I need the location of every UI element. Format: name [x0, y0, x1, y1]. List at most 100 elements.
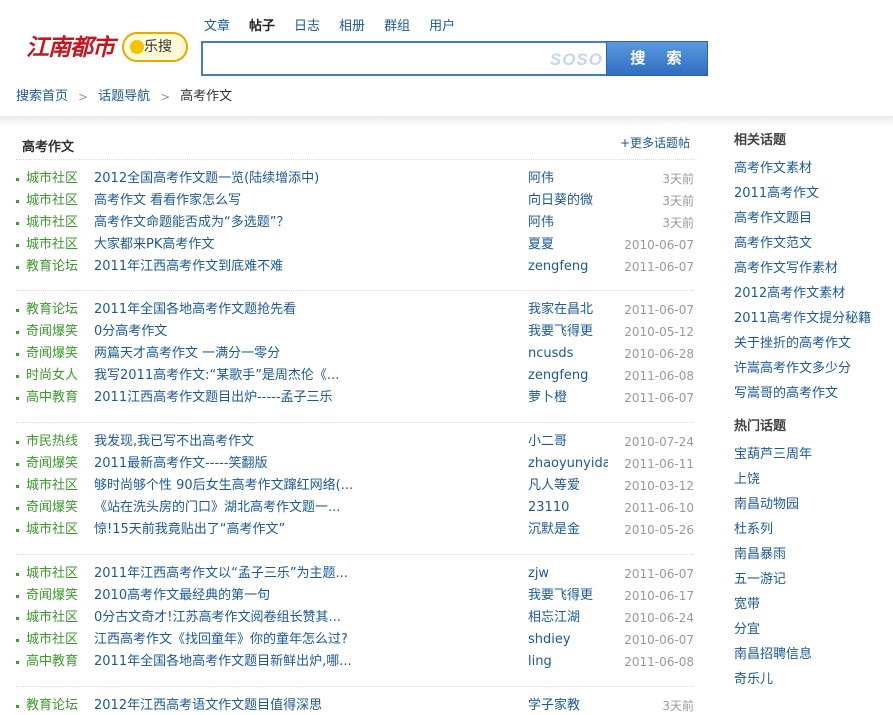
post-title-link[interactable]: 高考作文命题能否成为“多选题”？: [94, 212, 384, 234]
post-author-link[interactable]: zengfeng: [528, 256, 608, 278]
post-author-link[interactable]: ncusds: [528, 343, 608, 365]
post-title-link[interactable]: 2011年江西高考作文到底难不难: [94, 256, 384, 278]
post-category-link[interactable]: 奇闻爆笑: [26, 585, 78, 607]
search-input[interactable]: [203, 43, 543, 74]
hot-topic-link[interactable]: 五一游记: [734, 567, 884, 592]
post-author-link[interactable]: 学子家教: [528, 695, 608, 715]
post-author-link[interactable]: 夏夏: [528, 234, 608, 256]
post-category-link[interactable]: 城市社区: [26, 190, 78, 212]
post-category-link[interactable]: 奇闻爆笑: [26, 497, 78, 519]
hot-topic-link[interactable]: 南昌动物园: [734, 492, 884, 517]
post-title-link[interactable]: 大家都来PK高考作文: [94, 234, 384, 256]
tab-item[interactable]: 日志: [294, 19, 320, 35]
post-author-link[interactable]: 我要飞得更: [528, 585, 608, 607]
post-author-link[interactable]: 我要飞得更: [528, 321, 608, 343]
post-category-link[interactable]: 教育论坛: [26, 256, 78, 278]
tab-item[interactable]: 用户: [429, 19, 455, 35]
post-author-link[interactable]: 萝卜橙: [528, 387, 608, 409]
post-category-link[interactable]: 城市社区: [26, 519, 78, 541]
post-category-link[interactable]: 城市社区: [26, 234, 78, 256]
post-title-link[interactable]: 《站在洗头房的门口》湖北高考作文题一...: [94, 497, 384, 519]
post-category-link[interactable]: 城市社区: [26, 607, 78, 629]
post-category-link[interactable]: 教育论坛: [26, 299, 78, 321]
search-button[interactable]: 搜 索: [606, 41, 708, 76]
hot-topic-link[interactable]: 宝葫芦三周年: [734, 442, 884, 467]
post-author-link[interactable]: ling: [528, 651, 608, 673]
post-category-link[interactable]: 城市社区: [26, 212, 78, 234]
post-author-link[interactable]: shdiey: [528, 629, 608, 651]
hot-topic-link[interactable]: 分宜: [734, 617, 884, 642]
post-title-link[interactable]: 0分高考作文: [94, 321, 384, 343]
hot-topic-link[interactable]: 南昌招聘信息: [734, 642, 884, 667]
post-date: 2011-06-11: [624, 457, 694, 471]
post-title-link[interactable]: 我发现,我已写不出高考作文: [94, 431, 384, 453]
tab-item[interactable]: 相册: [339, 19, 365, 35]
post-author-link[interactable]: 相忘江湖: [528, 607, 608, 629]
post-category-link[interactable]: 城市社区: [26, 563, 78, 585]
post-title-link[interactable]: 2010高考作文最经典的第一句: [94, 585, 384, 607]
post-author-link[interactable]: 向日葵的微: [528, 190, 608, 212]
post-title-link[interactable]: 2011年江西高考作文以“孟子三乐”为主题...: [94, 563, 384, 585]
related-topic-link[interactable]: 许嵩高考作文多少分: [734, 356, 884, 381]
post-category-link[interactable]: 城市社区: [26, 629, 78, 651]
post-title-link[interactable]: 2011年全国各地高考作文题目新鲜出炉,哪...: [94, 651, 384, 673]
post-title-link[interactable]: 2011年全国各地高考作文题抢先看: [94, 299, 384, 321]
post-category-link[interactable]: 奇闻爆笑: [26, 321, 78, 343]
related-topic-link[interactable]: 写嵩哥的高考作文: [734, 381, 884, 406]
post-row: 奇闻爆笑 2010高考作文最经典的第一句 我要飞得更 2010-06-17: [16, 585, 694, 607]
post-row: 城市社区 高考作文命题能否成为“多选题”？ 阿伟 3天前: [16, 212, 694, 234]
post-author-link[interactable]: 阿伟: [528, 168, 608, 190]
post-title-link[interactable]: 我写2011高考作文:“某歌手”是周杰伦《...: [94, 365, 384, 387]
post-title-link[interactable]: 2011最新高考作文-----笑翻版: [94, 453, 384, 475]
tab-item[interactable]: 文章: [204, 19, 230, 35]
post-author-link[interactable]: zjw: [528, 563, 608, 585]
site-logo[interactable]: 江南都市 乐搜: [26, 30, 188, 66]
post-title-link[interactable]: 2012年江西高考语文作文题目值得深思: [94, 695, 384, 715]
post-category-link[interactable]: 奇闻爆笑: [26, 343, 78, 365]
related-topic-link[interactable]: 高考作文素材: [734, 156, 884, 181]
breadcrumb-topic-nav[interactable]: 话题导航: [98, 89, 150, 105]
post-category-link[interactable]: 城市社区: [26, 475, 78, 497]
post-title-link[interactable]: 2012全国高考作文题一览(陆续增添中): [94, 168, 384, 190]
related-topic-link[interactable]: 2012高考作文素材: [734, 281, 884, 306]
related-topic-link[interactable]: 高考作文写作素材: [734, 256, 884, 281]
related-topic-link[interactable]: 关于挫折的高考作文: [734, 331, 884, 356]
breadcrumb-home[interactable]: 搜索首页: [16, 89, 68, 105]
post-category-link[interactable]: 奇闻爆笑: [26, 453, 78, 475]
post-title-link[interactable]: 惊!15天前我竟贴出了“高考作文”: [94, 519, 384, 541]
post-author-link[interactable]: 小二哥: [528, 431, 608, 453]
post-author-link[interactable]: 23110: [528, 497, 608, 519]
post-author-link[interactable]: 阿伟: [528, 212, 608, 234]
related-topic-link[interactable]: 2011高考作文: [734, 181, 884, 206]
related-topic-link[interactable]: 2011高考作文提分秘籍: [734, 306, 884, 331]
post-title-link[interactable]: 两篇天才高考作文 一满分一零分: [94, 343, 384, 365]
post-title-link[interactable]: 0分古文奇才!江苏高考作文阅卷组长赞其...: [94, 607, 384, 629]
tab-item[interactable]: 群组: [384, 19, 410, 35]
hot-topic-link[interactable]: 杜系列: [734, 517, 884, 542]
hot-topic-link[interactable]: 宽带: [734, 592, 884, 617]
more-topics-link[interactable]: +更多话题帖: [620, 134, 690, 151]
related-topic-link[interactable]: 高考作文题目: [734, 206, 884, 231]
post-category-link[interactable]: 高中教育: [26, 651, 78, 673]
post-title-link[interactable]: 2011江西高考作文题目出炉-----孟子三乐: [94, 387, 384, 409]
hot-topic-link[interactable]: 奇乐儿: [734, 667, 884, 692]
post-category-link[interactable]: 时尚女人: [26, 365, 78, 387]
post-title-link[interactable]: 高考作文 看看作家怎么写: [94, 190, 384, 212]
post-author-link[interactable]: 凡人等爱: [528, 475, 608, 497]
bullet-icon: [16, 309, 19, 312]
post-category-link[interactable]: 市民热线: [26, 431, 78, 453]
hot-topic-link[interactable]: 南昌暴雨: [734, 542, 884, 567]
post-title-link[interactable]: 够时尚够个性 90后女生高考作文蹿红网络(...: [94, 475, 384, 497]
post-category-link[interactable]: 城市社区: [26, 168, 78, 190]
post-category-link[interactable]: 高中教育: [26, 387, 78, 409]
post-category-link[interactable]: 教育论坛: [26, 695, 78, 715]
bullet-icon: [16, 529, 19, 532]
related-topic-link[interactable]: 高考作文范文: [734, 231, 884, 256]
post-author-link[interactable]: zengfeng: [528, 365, 608, 387]
hot-topic-link[interactable]: 上饶: [734, 467, 884, 492]
post-title-link[interactable]: 江西高考作文《找回童年》你的童年怎么过?: [94, 629, 384, 651]
post-author-link[interactable]: zhaoyunyida: [528, 453, 608, 475]
post-author-link[interactable]: 我家在昌北: [528, 299, 608, 321]
post-author-link[interactable]: 沉默是金: [528, 519, 608, 541]
tab-item[interactable]: 帖子: [249, 19, 275, 35]
